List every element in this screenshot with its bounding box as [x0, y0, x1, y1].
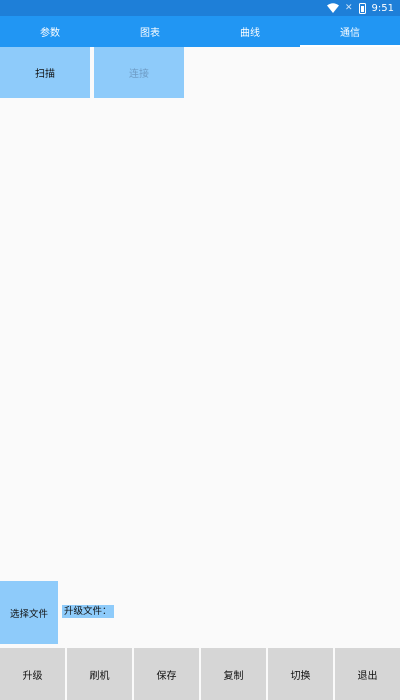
- status-time: 9:51: [371, 2, 394, 14]
- flash-button[interactable]: 刷机: [67, 648, 132, 700]
- bottom-toolbar: 升级 刷机 保存 复制 切换 退出: [0, 648, 400, 700]
- connect-button[interactable]: 连接: [94, 47, 184, 98]
- status-bar: ✕ 9:51: [0, 0, 400, 16]
- tab-communication[interactable]: 通信: [300, 16, 400, 47]
- switch-button[interactable]: 切换: [268, 648, 333, 700]
- battery-icon: [358, 2, 366, 14]
- copy-button[interactable]: 复制: [201, 648, 266, 700]
- upgrade-file-label: 升级文件：: [62, 605, 114, 618]
- tab-bar: 参数 图表 曲线 通信: [0, 16, 400, 47]
- tab-params[interactable]: 参数: [0, 16, 100, 47]
- tab-chart[interactable]: 图表: [100, 16, 200, 47]
- exit-button[interactable]: 退出: [335, 648, 400, 700]
- save-button[interactable]: 保存: [134, 648, 199, 700]
- wifi-icon: [326, 3, 339, 13]
- upgrade-button[interactable]: 升级: [0, 648, 65, 700]
- scan-button[interactable]: 扫描: [0, 47, 90, 98]
- no-sim-icon: ✕: [344, 3, 353, 13]
- select-file-button[interactable]: 选择文件: [0, 581, 58, 644]
- status-icons: ✕ 9:51: [326, 1, 394, 15]
- tab-curve[interactable]: 曲线: [200, 16, 300, 47]
